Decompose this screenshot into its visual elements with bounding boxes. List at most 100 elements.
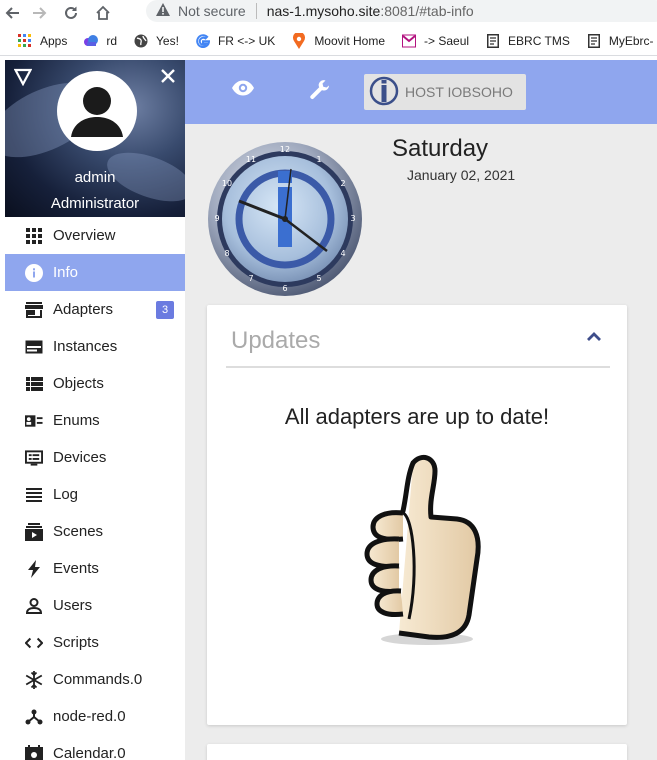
grid-icon <box>25 227 43 245</box>
code-icon <box>25 634 43 652</box>
sidebar-item-scripts[interactable]: Scripts <box>5 624 185 661</box>
bookmark-label: Moovit Home <box>314 33 385 48</box>
sidebar-item-log[interactable]: Log <box>5 476 185 513</box>
svg-text:2: 2 <box>340 179 345 188</box>
sidebar-item-events[interactable]: Events <box>5 550 185 587</box>
sidebar-item-objects[interactable]: Objects <box>5 365 185 402</box>
google-icon <box>195 33 211 49</box>
toolbar: HOST IOBSOHO <box>185 60 657 124</box>
sidebar-item-label: Users <box>53 597 93 614</box>
bookmark-label: Yes! <box>156 33 179 48</box>
person-icon <box>71 87 123 137</box>
sidebar-item-commands[interactable]: Commands.0 <box>5 661 185 698</box>
nodes-icon <box>25 708 43 726</box>
analog-clock-icon: 12 1 2 3 4 5 6 7 8 9 10 11 <box>208 142 362 296</box>
svg-text:10: 10 <box>222 179 232 188</box>
cloud-icon <box>83 33 99 49</box>
devices-icon <box>25 449 43 467</box>
snowflake-icon <box>25 670 43 689</box>
svg-text:12: 12 <box>280 145 290 154</box>
avatar <box>57 71 137 151</box>
bookmark-label: FR <-> UK <box>217 33 276 48</box>
bookmark-label: rd <box>106 33 118 48</box>
url-separator <box>255 3 257 19</box>
sidebar-header: admin Administrator <box>5 60 185 217</box>
sidebar-item-label: Devices <box>53 449 107 466</box>
user-role: Administrator <box>50 195 140 212</box>
sidebar-item-label: node-red.0 <box>53 708 126 725</box>
calendar-icon <box>25 744 43 760</box>
sidebar-item-label: Info <box>53 264 79 281</box>
sidebar-item-label: Adapters <box>53 301 114 318</box>
browser-address-bar: Not secure nas-1.mysoho.site:8081/#tab-i… <box>0 0 657 26</box>
list-icon <box>25 375 43 393</box>
log-icon <box>25 486 43 504</box>
sidebar-item-devices[interactable]: Devices <box>5 439 185 476</box>
thumbs-up-icon <box>353 451 485 652</box>
page-icon <box>485 33 501 49</box>
sidebar-item-enums[interactable]: Enums <box>5 402 185 439</box>
eye-icon[interactable] <box>231 80 255 101</box>
back-icon[interactable] <box>0 0 26 26</box>
bookmark-ebrc-tms[interactable]: EBRC TMS <box>485 33 570 49</box>
sidebar-item-scenes[interactable]: Scenes <box>5 513 185 550</box>
instances-icon <box>25 338 43 356</box>
bookmark-fr-uk[interactable]: FR <-> UK <box>195 33 275 49</box>
sidebar-item-overview[interactable]: Overview <box>5 217 185 254</box>
url-bar[interactable]: Not secure nas-1.mysoho.site:8081/#tab-i… <box>146 0 657 22</box>
bookmark-saeul[interactable]: -> Saeul <box>401 33 469 49</box>
sidebar-item-label: Log <box>53 486 79 503</box>
home-icon[interactable] <box>90 0 116 26</box>
sidebar-item-label: Objects <box>53 375 104 392</box>
forward-icon[interactable] <box>26 0 52 26</box>
close-icon[interactable] <box>160 66 176 88</box>
sidebar-item-calendar[interactable]: Calendar.0 <box>5 735 185 760</box>
store-icon <box>25 301 43 319</box>
warning-icon <box>156 3 170 19</box>
svg-text:7: 7 <box>248 274 253 283</box>
url-host: nas-1.mysoho.site <box>266 3 381 19</box>
reload-icon[interactable] <box>58 0 84 26</box>
sidebar-item-instances[interactable]: Instances <box>5 328 185 365</box>
svg-text:4: 4 <box>340 249 345 258</box>
sidebar-item-adapters[interactable]: Adapters 3 <box>5 291 185 328</box>
bookmark-rd[interactable]: rd <box>83 33 117 49</box>
sidebar-item-label: Overview <box>53 227 116 244</box>
svg-text:5: 5 <box>316 274 321 283</box>
user-name: admin <box>74 169 116 186</box>
bookmark-moovit[interactable]: Moovit Home <box>291 32 385 49</box>
bookmark-label: EBRC TMS <box>508 33 570 48</box>
bookmark-yes[interactable]: Yes! <box>133 33 179 49</box>
second-card <box>207 744 627 760</box>
globe-icon <box>133 33 149 49</box>
sidebar-item-node-red[interactable]: node-red.0 <box>5 698 185 735</box>
apps-grid-icon <box>17 33 33 49</box>
svg-text:8: 8 <box>224 249 229 258</box>
sidebar-item-label: Scripts <box>53 634 99 651</box>
url-path: :8081/#tab-info <box>380 3 474 19</box>
card-divider <box>226 366 610 368</box>
host-button[interactable]: HOST IOBSOHO <box>364 74 526 110</box>
bookmark-label: MyEbrc- <box>608 33 654 48</box>
bookmark-myebrc[interactable]: MyEbrc- <box>586 33 654 49</box>
svg-text:6: 6 <box>282 284 287 293</box>
svg-text:11: 11 <box>246 155 256 164</box>
sidebar-item-users[interactable]: Users <box>5 587 185 624</box>
bookmark-label: Apps <box>40 33 68 48</box>
sidebar-item-label: Events <box>53 560 99 577</box>
sidebar-item-info[interactable]: Info <box>5 254 185 291</box>
bookmark-apps[interactable]: Apps <box>17 33 67 49</box>
chevron-up-icon[interactable] <box>587 329 601 347</box>
logo-triangle-icon[interactable] <box>13 68 33 91</box>
bolt-icon <box>25 559 43 578</box>
day-label: Saturday <box>392 135 489 162</box>
security-label: Not secure <box>178 3 246 19</box>
sidebar-item-label: Commands.0 <box>53 671 143 688</box>
updates-message: All adapters are up to date! <box>284 404 550 429</box>
clock-widget: 12 1 2 3 4 5 6 7 8 9 10 11 <box>207 141 363 302</box>
enums-icon <box>25 412 43 430</box>
wrench-icon[interactable] <box>309 79 331 106</box>
svg-text:3: 3 <box>350 214 355 223</box>
bookmark-label: -> Saeul <box>424 33 470 48</box>
iobroker-logo-icon <box>369 76 399 109</box>
